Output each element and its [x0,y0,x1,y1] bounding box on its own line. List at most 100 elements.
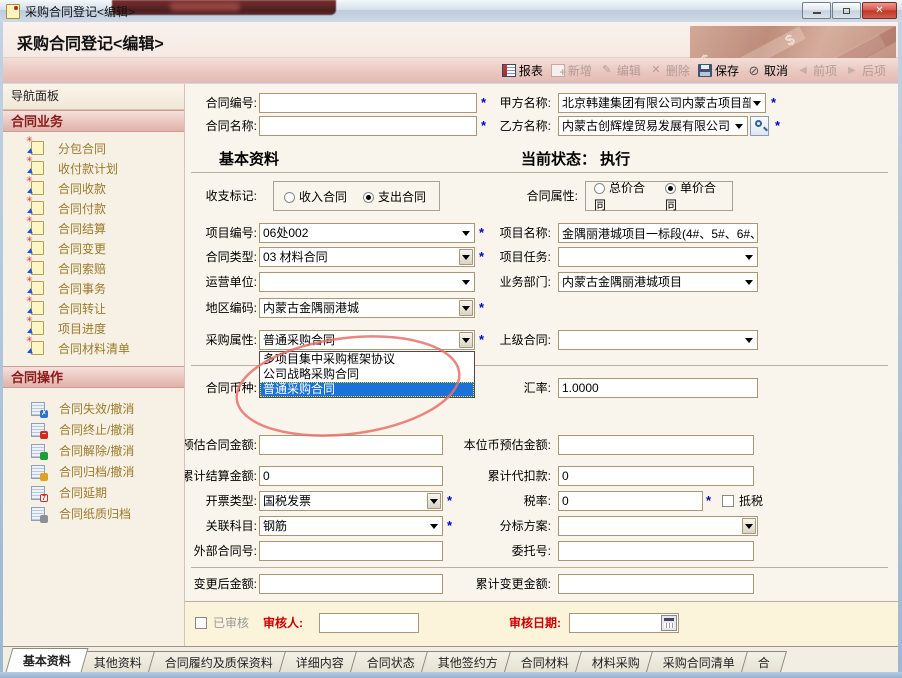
sidebar-item-rescind[interactable]: 合同解除/撤消 [3,440,184,461]
withhold-total-label: 累计代扣款: [488,466,551,486]
cancel-icon [747,64,761,77]
document-icon [31,341,44,355]
document-icon [31,141,44,155]
required-asterisk: * [447,516,452,536]
tab-other-signers[interactable]: 其他签约方 [421,651,515,672]
party-a-combo[interactable]: 北京韩建集团有限公司内蒙古项目部 [558,93,766,113]
project-no-combo[interactable]: 06处002 [259,223,475,243]
settle-total-input[interactable] [259,466,443,486]
contract-no-label: 合同编号: [206,93,257,113]
document-icon [31,181,44,195]
chevron-down-icon[interactable] [459,249,473,265]
dropdown-option-strategic[interactable]: 公司战略采购合同 [260,367,474,382]
tax-deduct-checkbox[interactable] [722,495,734,507]
chevron-down-icon[interactable] [742,518,756,534]
radio-total-price-contract[interactable]: 总价合同 [594,179,653,213]
maximize-button[interactable] [832,2,861,19]
report-button[interactable]: 报表 [498,61,547,80]
chevron-down-icon[interactable] [459,225,473,241]
section-header-contract-business[interactable]: 合同业务 [3,110,184,132]
chevron-down-icon[interactable] [459,300,473,316]
radio-income-contract[interactable]: 收入合同 [284,188,347,205]
operate-unit-combo[interactable] [259,272,475,292]
sidebar-item-postpone[interactable]: 7合同延期 [3,482,184,503]
chevron-down-icon[interactable] [732,118,746,134]
purchase-attr-combo[interactable]: 普通采购合同 [259,330,475,350]
contract-no-input[interactable] [259,93,477,113]
nav-panel-title: 导航面板 [3,84,184,110]
minimize-button[interactable] [802,2,831,19]
tab-basic-info[interactable]: 基本资料 [6,648,89,672]
project-task-combo[interactable] [558,247,758,267]
new-button[interactable]: 新增 [547,61,596,80]
parent-contract-combo[interactable] [558,330,758,350]
tab-contract-status[interactable]: 合同状态 [350,651,432,672]
est-amount-input[interactable] [259,435,443,455]
tab-other-info[interactable]: 其他资料 [77,651,159,672]
exchange-rate-input[interactable] [558,378,758,398]
party-b-combo[interactable]: 内蒙古创辉煌贸易发展有限公司 [558,116,748,136]
radio-icon [665,183,676,194]
tab-contract-materials[interactable]: 合同材料 [504,651,586,672]
delete-button[interactable]: 删除 [645,61,694,80]
party-b-search-button[interactable] [750,116,769,136]
chevron-down-icon[interactable] [459,332,473,348]
bid-plan-combo[interactable] [558,516,758,536]
bottom-tabbar: 基本资料 其他资料 合同履约及质保资料 详细内容 合同状态 其他签约方 合同材料… [3,646,898,672]
next-button[interactable]: 后项 [841,61,890,80]
region-code-combo[interactable]: 内蒙古金隅丽港城 [259,298,475,318]
change-total-input[interactable] [558,574,754,594]
biz-dept-combo[interactable]: 内蒙古金隅丽港城项目 [558,272,758,292]
calendar-icon[interactable] [661,615,677,631]
tab-truncated[interactable]: 合 [741,651,787,672]
audited-checkbox[interactable] [195,617,207,629]
chevron-down-icon[interactable] [427,493,441,509]
sidebar-item-material-list[interactable]: 合同材料清单 [3,338,184,358]
operate-unit-label: 运营单位: [206,272,257,292]
radio-expense-contract[interactable]: 支出合同 [363,188,426,205]
edit-button[interactable]: 编辑 [596,61,645,80]
related-subject-combo[interactable]: 钢筋 [259,516,443,536]
chevron-down-icon[interactable] [742,249,756,265]
est-amount-base-input[interactable] [558,435,754,455]
sidebar-item-invalidate[interactable]: ✗合同失效/撤消 [3,398,184,419]
chevron-down-icon[interactable] [742,332,756,348]
document-icon [31,201,44,215]
external-no-input[interactable] [259,541,443,561]
save-button[interactable]: 保存 [694,61,743,80]
auditor-input[interactable] [319,613,419,633]
chevron-down-icon[interactable] [750,95,764,111]
invoice-type-combo[interactable]: 国税发票 [259,491,443,511]
tab-details[interactable]: 详细内容 [279,651,361,672]
changed-amount-input[interactable] [259,574,443,594]
invalidate-icon: ✗ [31,402,45,416]
prev-button[interactable]: 前项 [792,61,841,80]
contract-name-label: 合同名称: [206,116,257,136]
tax-rate-input[interactable] [558,491,703,511]
cancel-button[interactable]: 取消 [743,61,792,80]
tab-material-purchase[interactable]: 材料采购 [575,651,657,672]
chevron-down-icon[interactable] [742,274,756,290]
dropdown-option-normal[interactable]: 普通采购合同 [260,382,474,397]
entrust-no-input[interactable] [558,541,754,561]
sidebar-item-archive[interactable]: 合同归档/撤消 [3,461,184,482]
page-title: 采购合同登记<编辑> [17,30,164,54]
chevron-down-icon[interactable] [459,274,473,290]
tab-performance-warranty[interactable]: 合同履约及质保资料 [148,651,290,672]
rescind-icon [31,444,45,458]
close-button[interactable]: ✕ [862,2,897,19]
sidebar-item-paper-archive[interactable]: 合同纸质归档 [3,503,184,524]
contract-type-combo[interactable]: 03 材料合同 [259,247,475,267]
chevron-down-icon[interactable] [427,518,441,534]
contract-name-input[interactable] [259,116,477,136]
document-icon [31,241,44,255]
sidebar-item-terminate[interactable]: −合同终止/撤消 [3,419,184,440]
tab-purchase-contract-list[interactable]: 采购合同清单 [646,651,752,672]
section-header-contract-operation[interactable]: 合同操作 [3,366,184,388]
project-name-input[interactable] [558,223,758,243]
radio-unit-price-contract[interactable]: 单价合同 [665,179,724,213]
auditor-label: 审核人: [263,613,303,633]
dropdown-option-framework[interactable]: 多项目集中采购框架协议 [260,352,474,367]
app-icon [6,4,20,19]
withhold-total-input[interactable] [558,466,754,486]
